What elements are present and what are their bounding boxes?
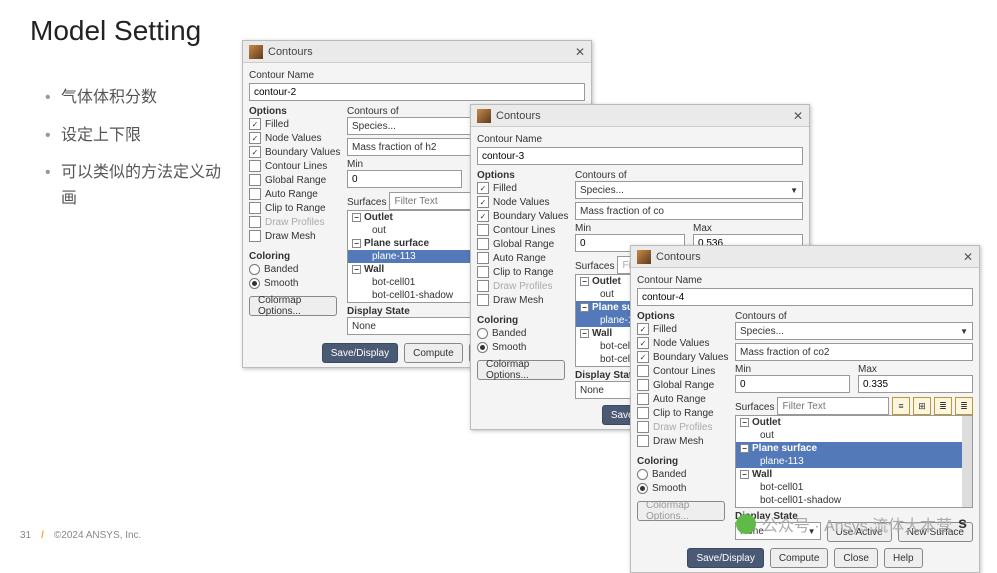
app-icon [637,250,651,264]
divider-icon: / [41,530,44,541]
help-button[interactable]: Help [884,548,923,568]
dialog-title: Contours [656,251,701,263]
coloring-banded[interactable]: Banded [249,262,337,276]
dialog-titlebar[interactable]: Contours ✕ [243,41,591,63]
bullet-item: 设定上下限 [45,123,225,149]
save-display-button[interactable]: Save/Display [687,548,763,568]
species-dropdown[interactable]: Species...▼ [735,322,973,340]
contour-name-input[interactable] [249,83,585,101]
filter-icon-4[interactable]: ≣ [955,397,973,415]
footer: 31 / ©2024 ANSYS, Inc. [20,530,141,541]
mass-fraction-dropdown[interactable]: Mass fraction of co [575,202,803,220]
close-icon[interactable]: ✕ [575,45,585,59]
opt-draw-mesh[interactable]: Draw Mesh [249,229,337,243]
max-input[interactable] [858,375,973,393]
page-number: 31 [20,530,31,541]
filter-icon-2[interactable]: ⊞ [913,397,931,415]
mass-fraction-dropdown[interactable]: Mass fraction of co2 [735,343,973,361]
dialog-titlebar[interactable]: Contours ✕ [631,246,979,268]
min-input[interactable] [735,375,850,393]
close-button[interactable]: Close [834,548,878,568]
wechat-icon [736,514,756,534]
dialog-title: Contours [268,46,313,58]
bullet-item: 气体体积分数 [45,85,225,111]
opt-draw-profiles[interactable]: Draw Profiles [249,215,337,229]
species-dropdown[interactable]: Species...▼ [575,181,803,199]
surfaces-filter[interactable] [777,397,889,415]
min-label: Min [347,159,462,170]
min-input[interactable] [347,170,462,188]
contour-name-label: Contour Name [249,70,585,81]
colormap-options-button[interactable]: Colormap Options... [249,296,337,316]
copyright: ©2024 ANSYS, Inc. [54,530,141,541]
opt-filled[interactable]: Filled [249,117,337,131]
bullet-list: 气体体积分数 设定上下限 可以类似的方法定义动画 [45,85,225,223]
contour-name-label: Contour Name [477,134,803,145]
coloring-label: Coloring [249,251,337,262]
bullet-item: 可以类似的方法定义动画 [45,160,225,211]
close-icon[interactable]: ✕ [963,250,973,264]
slide-title: Model Setting [30,15,201,47]
surfaces-label: Surfaces [347,197,386,208]
coloring-label: Coloring [477,315,565,326]
close-icon[interactable]: ✕ [793,109,803,123]
options-label: Options [477,170,565,181]
coloring-smooth[interactable]: Smooth [249,276,337,290]
filter-icon-3[interactable]: ≣ [934,397,952,415]
app-icon [249,45,263,59]
options-label: Options [249,106,337,117]
scrollbar[interactable] [962,416,972,507]
compute-button[interactable]: Compute [404,343,463,363]
opt-contour-lines[interactable]: Contour Lines [249,159,337,173]
compute-button[interactable]: Compute [770,548,829,568]
contour-name-input[interactable] [477,147,803,165]
opt-global-range[interactable]: Global Range [249,173,337,187]
opt-boundary-values[interactable]: Boundary Values [249,145,337,159]
opt-node-values[interactable]: Node Values [249,131,337,145]
opt-clip-to-range[interactable]: Clip to Range [249,201,337,215]
filter-icon-1[interactable]: ≡ [892,397,910,415]
dialog-title: Contours [496,110,541,122]
opt-auto-range[interactable]: Auto Range [249,187,337,201]
watermark: 公众号 · Ansys 流体大本营 s [736,512,967,536]
contour-name-input[interactable] [637,288,973,306]
save-display-button[interactable]: Save/Display [322,343,398,363]
app-icon [477,109,491,123]
colormap-options-button[interactable]: Colormap Options... [477,360,565,380]
dialog-titlebar[interactable]: Contours ✕ [471,105,809,127]
surfaces-tree[interactable]: −Outlet out −Plane surface plane-113 −Wa… [735,415,973,508]
colormap-options-button[interactable]: Colormap Options... [637,501,725,521]
